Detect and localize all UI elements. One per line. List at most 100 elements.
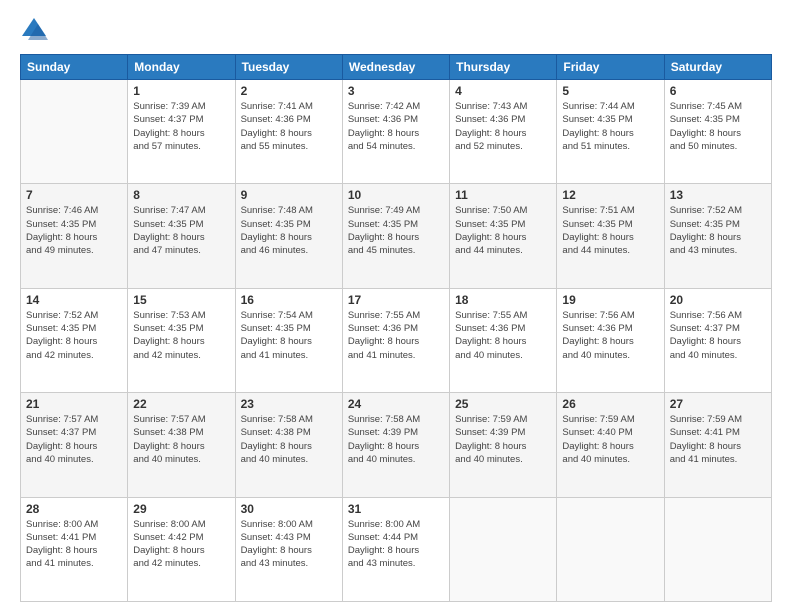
day-cell: 16 Sunrise: 7:54 AM Sunset: 4:35 PM Dayli… <box>235 288 342 392</box>
day-info: Sunrise: 8:00 AM Sunset: 4:42 PM Dayligh… <box>133 518 229 571</box>
day-cell: 22Sunrise: 7:57 AM Sunset: 4:38 PM Dayli… <box>128 393 235 497</box>
logo-icon <box>20 16 48 44</box>
day-number: 8 <box>133 188 229 202</box>
week-row-1: 7 Sunrise: 7:46 AM Sunset: 4:35 PM Daylig… <box>21 184 772 288</box>
day-info: Sunrise: 7:58 AM Sunset: 4:38 PM Dayligh… <box>241 413 337 466</box>
day-number: 29 <box>133 502 229 516</box>
day-cell: 6 Sunrise: 7:45 AM Sunset: 4:35 PM Daylig… <box>664 80 771 184</box>
day-cell: 20 Sunrise: 7:56 AM Sunset: 4:37 PM Dayli… <box>664 288 771 392</box>
weekday-thursday: Thursday <box>450 55 557 80</box>
day-info: Sunrise: 7:41 AM Sunset: 4:36 PM Dayligh… <box>241 100 337 153</box>
day-cell: 29 Sunrise: 8:00 AM Sunset: 4:42 PM Dayli… <box>128 497 235 601</box>
day-cell: 28 Sunrise: 8:00 AM Sunset: 4:41 PM Dayli… <box>21 497 128 601</box>
day-number: 17 <box>348 293 444 307</box>
day-info: Sunrise: 7:44 AM Sunset: 4:35 PM Dayligh… <box>562 100 658 153</box>
day-cell: 5Sunrise: 7:44 AM Sunset: 4:35 PM Daylig… <box>557 80 664 184</box>
day-cell: 19 Sunrise: 7:56 AM Sunset: 4:36 PM Dayli… <box>557 288 664 392</box>
day-info: Sunrise: 7:54 AM Sunset: 4:35 PM Dayligh… <box>241 309 337 362</box>
weekday-wednesday: Wednesday <box>342 55 449 80</box>
day-number: 24 <box>348 397 444 411</box>
day-number: 19 <box>562 293 658 307</box>
header <box>20 16 772 44</box>
day-number: 13 <box>670 188 766 202</box>
day-number: 30 <box>241 502 337 516</box>
day-cell: 15Sunrise: 7:53 AM Sunset: 4:35 PM Dayli… <box>128 288 235 392</box>
day-number: 27 <box>670 397 766 411</box>
day-number: 20 <box>670 293 766 307</box>
day-info: Sunrise: 8:00 AM Sunset: 4:41 PM Dayligh… <box>26 518 122 571</box>
day-number: 15 <box>133 293 229 307</box>
day-info: Sunrise: 7:45 AM Sunset: 4:35 PM Dayligh… <box>670 100 766 153</box>
day-cell: 12 Sunrise: 7:51 AM Sunset: 4:35 PM Dayli… <box>557 184 664 288</box>
day-cell: 21 Sunrise: 7:57 AM Sunset: 4:37 PM Dayli… <box>21 393 128 497</box>
day-info: Sunrise: 7:49 AM Sunset: 4:35 PM Dayligh… <box>348 204 444 257</box>
day-cell: 25 Sunrise: 7:59 AM Sunset: 4:39 PM Dayli… <box>450 393 557 497</box>
day-cell: 30 Sunrise: 8:00 AM Sunset: 4:43 PM Dayli… <box>235 497 342 601</box>
day-info: Sunrise: 7:55 AM Sunset: 4:36 PM Dayligh… <box>348 309 444 362</box>
day-number: 3 <box>348 84 444 98</box>
day-number: 26 <box>562 397 658 411</box>
day-info: Sunrise: 7:51 AM Sunset: 4:35 PM Dayligh… <box>562 204 658 257</box>
day-info: Sunrise: 7:59 AM Sunset: 4:40 PM Dayligh… <box>562 413 658 466</box>
day-info: Sunrise: 8:00 AM Sunset: 4:44 PM Dayligh… <box>348 518 444 571</box>
calendar: SundayMondayTuesdayWednesdayThursdayFrid… <box>20 54 772 602</box>
day-cell <box>450 497 557 601</box>
day-cell: 10Sunrise: 7:49 AM Sunset: 4:35 PM Dayli… <box>342 184 449 288</box>
day-info: Sunrise: 7:59 AM Sunset: 4:39 PM Dayligh… <box>455 413 551 466</box>
day-cell: 3 Sunrise: 7:42 AM Sunset: 4:36 PM Daylig… <box>342 80 449 184</box>
day-number: 1 <box>133 84 229 98</box>
logo <box>20 16 54 44</box>
day-number: 21 <box>26 397 122 411</box>
weekday-header-row: SundayMondayTuesdayWednesdayThursdayFrid… <box>21 55 772 80</box>
day-cell: 17 Sunrise: 7:55 AM Sunset: 4:36 PM Dayli… <box>342 288 449 392</box>
day-number: 23 <box>241 397 337 411</box>
calendar-body: 1Sunrise: 7:39 AM Sunset: 4:37 PM Daylig… <box>21 80 772 602</box>
weekday-monday: Monday <box>128 55 235 80</box>
day-info: Sunrise: 7:57 AM Sunset: 4:37 PM Dayligh… <box>26 413 122 466</box>
day-cell: 2Sunrise: 7:41 AM Sunset: 4:36 PM Daylig… <box>235 80 342 184</box>
day-cell: 23 Sunrise: 7:58 AM Sunset: 4:38 PM Dayli… <box>235 393 342 497</box>
day-number: 16 <box>241 293 337 307</box>
day-cell <box>664 497 771 601</box>
day-number: 6 <box>670 84 766 98</box>
day-number: 31 <box>348 502 444 516</box>
day-cell: 4 Sunrise: 7:43 AM Sunset: 4:36 PM Daylig… <box>450 80 557 184</box>
day-info: Sunrise: 7:46 AM Sunset: 4:35 PM Dayligh… <box>26 204 122 257</box>
week-row-2: 14 Sunrise: 7:52 AM Sunset: 4:35 PM Dayli… <box>21 288 772 392</box>
day-cell: 8Sunrise: 7:47 AM Sunset: 4:35 PM Daylig… <box>128 184 235 288</box>
weekday-sunday: Sunday <box>21 55 128 80</box>
day-info: Sunrise: 7:57 AM Sunset: 4:38 PM Dayligh… <box>133 413 229 466</box>
day-number: 25 <box>455 397 551 411</box>
day-info: Sunrise: 7:52 AM Sunset: 4:35 PM Dayligh… <box>26 309 122 362</box>
day-number: 12 <box>562 188 658 202</box>
day-info: Sunrise: 7:50 AM Sunset: 4:35 PM Dayligh… <box>455 204 551 257</box>
day-cell: 27 Sunrise: 7:59 AM Sunset: 4:41 PM Dayli… <box>664 393 771 497</box>
weekday-saturday: Saturday <box>664 55 771 80</box>
day-info: Sunrise: 7:58 AM Sunset: 4:39 PM Dayligh… <box>348 413 444 466</box>
day-cell: 24 Sunrise: 7:58 AM Sunset: 4:39 PM Dayli… <box>342 393 449 497</box>
day-info: Sunrise: 7:56 AM Sunset: 4:37 PM Dayligh… <box>670 309 766 362</box>
day-cell <box>21 80 128 184</box>
day-info: Sunrise: 7:48 AM Sunset: 4:35 PM Dayligh… <box>241 204 337 257</box>
day-number: 9 <box>241 188 337 202</box>
weekday-tuesday: Tuesday <box>235 55 342 80</box>
day-number: 28 <box>26 502 122 516</box>
day-cell: 7 Sunrise: 7:46 AM Sunset: 4:35 PM Daylig… <box>21 184 128 288</box>
week-row-0: 1Sunrise: 7:39 AM Sunset: 4:37 PM Daylig… <box>21 80 772 184</box>
day-number: 14 <box>26 293 122 307</box>
day-info: Sunrise: 7:59 AM Sunset: 4:41 PM Dayligh… <box>670 413 766 466</box>
day-info: Sunrise: 7:43 AM Sunset: 4:36 PM Dayligh… <box>455 100 551 153</box>
day-number: 4 <box>455 84 551 98</box>
day-info: Sunrise: 7:56 AM Sunset: 4:36 PM Dayligh… <box>562 309 658 362</box>
day-cell: 26 Sunrise: 7:59 AM Sunset: 4:40 PM Dayli… <box>557 393 664 497</box>
day-info: Sunrise: 8:00 AM Sunset: 4:43 PM Dayligh… <box>241 518 337 571</box>
day-cell <box>557 497 664 601</box>
day-cell: 13 Sunrise: 7:52 AM Sunset: 4:35 PM Dayli… <box>664 184 771 288</box>
day-cell: 1Sunrise: 7:39 AM Sunset: 4:37 PM Daylig… <box>128 80 235 184</box>
day-number: 7 <box>26 188 122 202</box>
day-cell: 18Sunrise: 7:55 AM Sunset: 4:36 PM Dayli… <box>450 288 557 392</box>
day-info: Sunrise: 7:52 AM Sunset: 4:35 PM Dayligh… <box>670 204 766 257</box>
day-cell: 31 Sunrise: 8:00 AM Sunset: 4:44 PM Dayli… <box>342 497 449 601</box>
day-info: Sunrise: 7:42 AM Sunset: 4:36 PM Dayligh… <box>348 100 444 153</box>
weekday-friday: Friday <box>557 55 664 80</box>
